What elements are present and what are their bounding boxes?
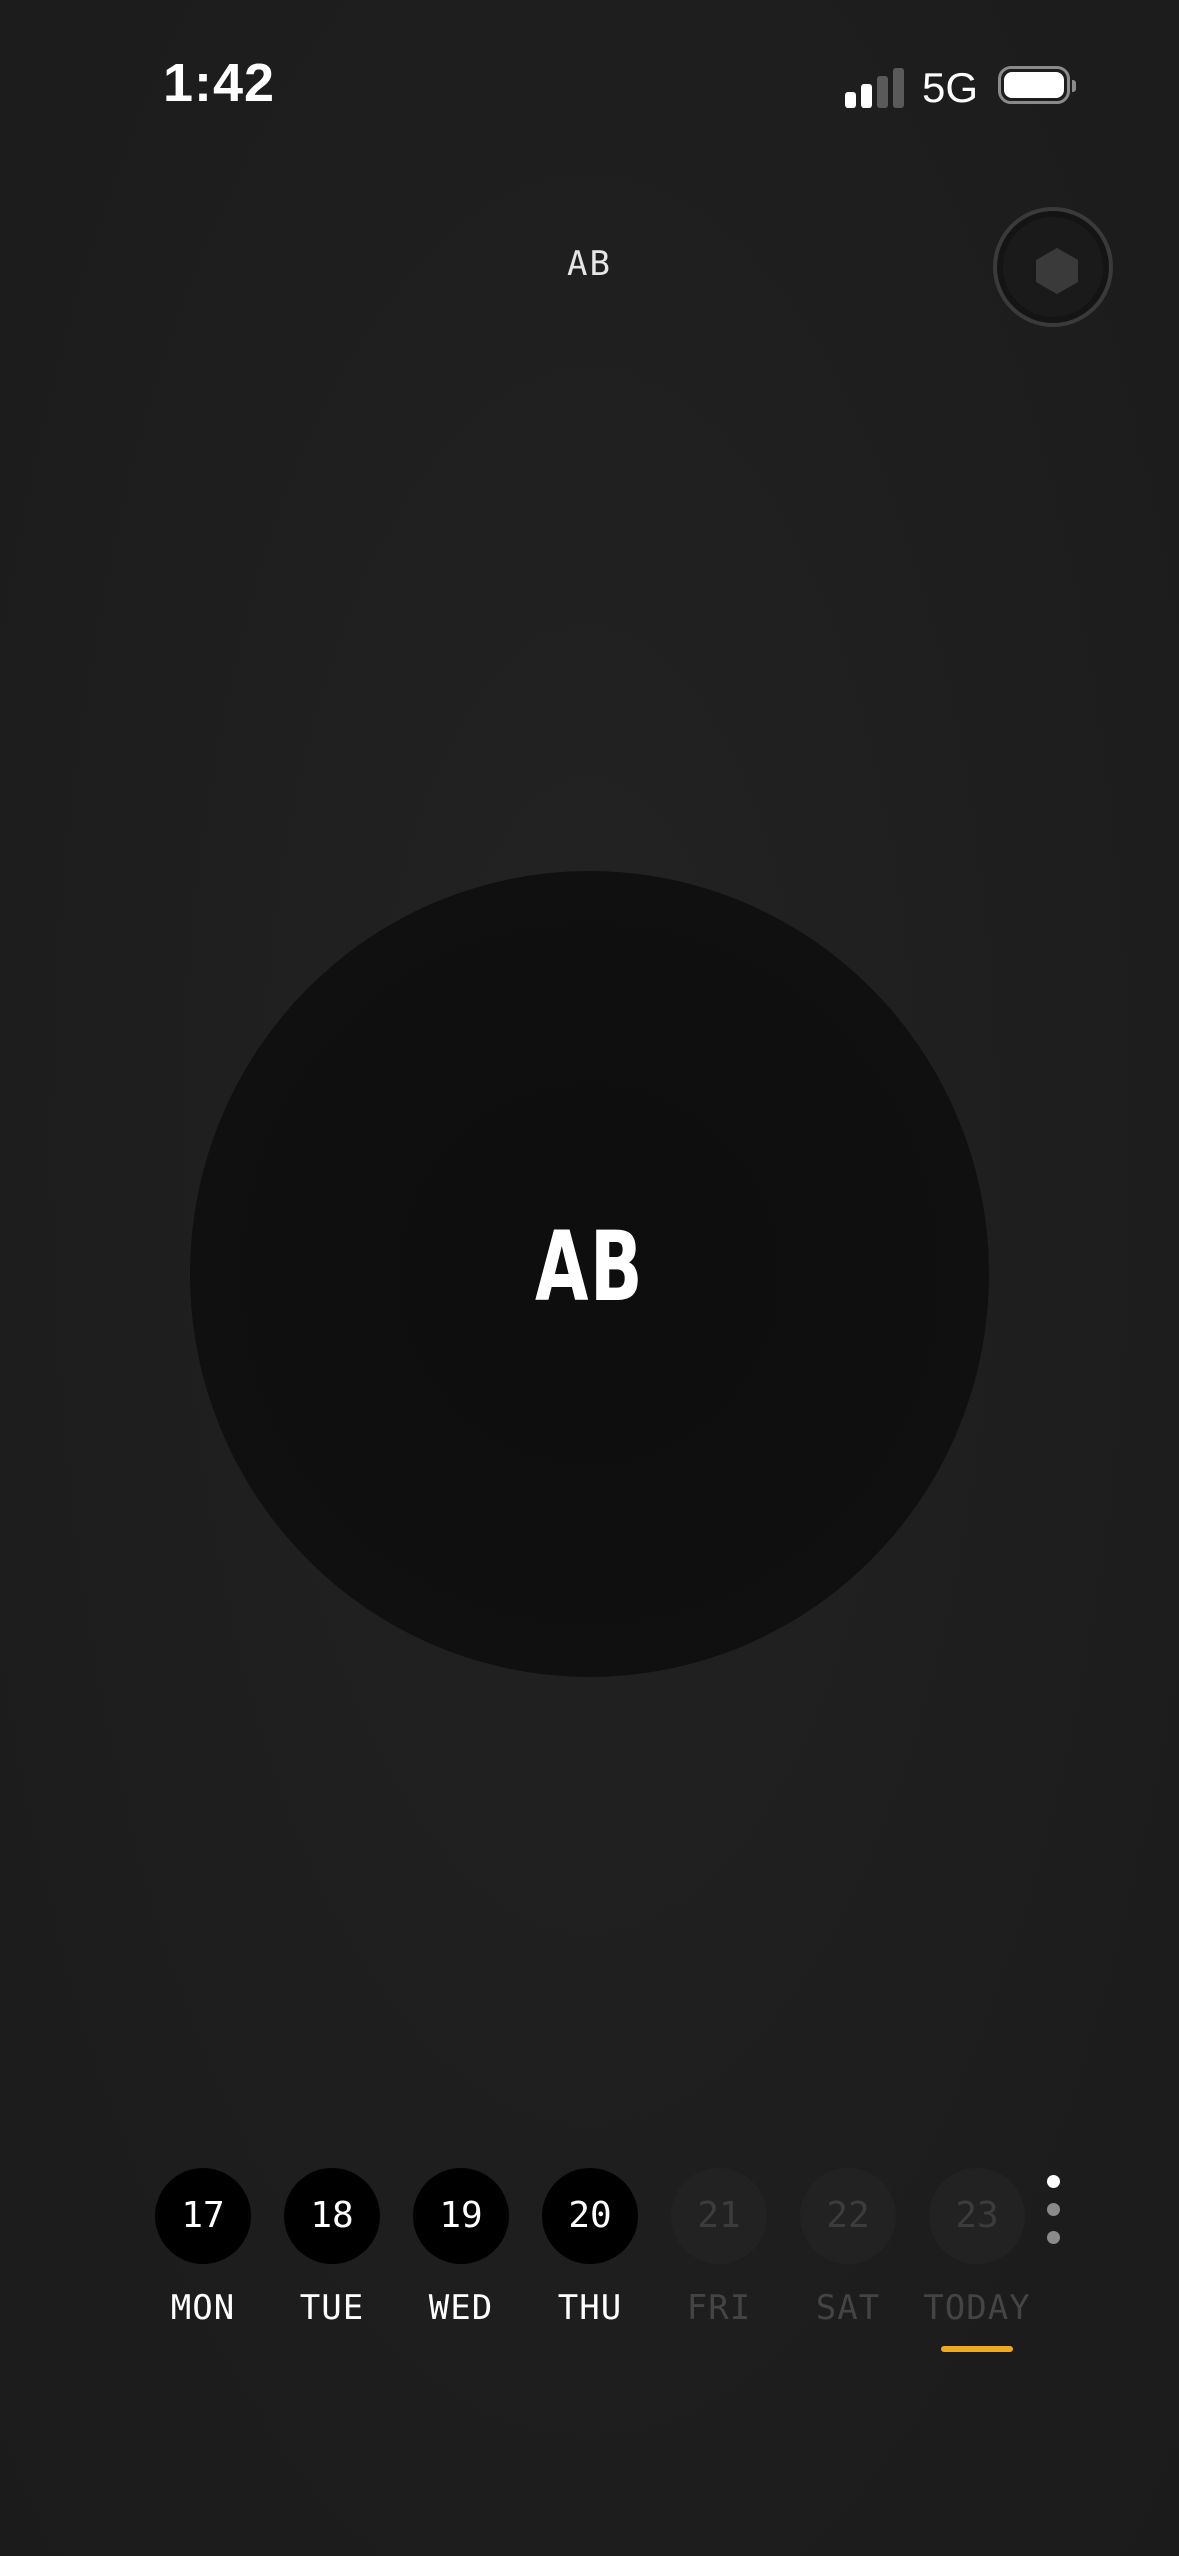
signal-bar	[877, 76, 888, 108]
day-number: 23	[929, 2168, 1025, 2264]
main-circle-button[interactable]: AB	[190, 871, 989, 1677]
day-item[interactable]: 18 TUE	[267, 2168, 397, 2328]
day-name: SAT	[815, 2288, 881, 2328]
network-type: 5G	[922, 64, 979, 111]
signal-strength-icon	[845, 68, 905, 108]
day-name: TODAY	[923, 2288, 1031, 2328]
page-dot	[1047, 2231, 1060, 2244]
signal-bar	[845, 92, 856, 108]
day-item[interactable]: 21 FRI	[654, 2168, 784, 2328]
page-dot	[1047, 2203, 1060, 2216]
day-item-today[interactable]: 23 TODAY	[912, 2168, 1042, 2328]
hexagon-button[interactable]	[993, 207, 1113, 327]
day-item[interactable]: 17 MON	[138, 2168, 268, 2328]
day-number: 17	[155, 2168, 251, 2264]
battery-icon	[998, 66, 1076, 106]
week-strip: 17 MON 18 TUE 19 WED 20 THU 21 FRI 22 SA…	[0, 2168, 1179, 2368]
day-name: TUE	[299, 2288, 365, 2328]
day-item[interactable]: 19 WED	[396, 2168, 526, 2328]
circle-label: AB	[534, 1211, 645, 1323]
day-name: WED	[428, 2288, 494, 2328]
day-item[interactable]: 22 SAT	[783, 2168, 913, 2328]
day-number: 21	[671, 2168, 767, 2264]
status-time: 1:42	[163, 53, 276, 113]
day-number: 18	[284, 2168, 380, 2264]
page-dot	[1047, 2175, 1060, 2188]
day-number: 22	[800, 2168, 896, 2264]
day-number: 19	[413, 2168, 509, 2264]
day-name: MON	[170, 2288, 236, 2328]
day-name: FRI	[686, 2288, 752, 2328]
hexagon-icon	[1036, 248, 1078, 294]
day-item[interactable]: 20 THU	[525, 2168, 655, 2328]
app-screen: 1:42 5G AB AB 17 MON 18 TUE 19 WED 20 TH…	[0, 0, 1179, 2556]
day-number: 20	[542, 2168, 638, 2264]
day-name: THU	[557, 2288, 623, 2328]
signal-bar	[861, 84, 872, 108]
signal-bar	[893, 68, 904, 108]
today-indicator	[941, 2346, 1013, 2352]
more-vertical-icon[interactable]	[1046, 2175, 1062, 2249]
